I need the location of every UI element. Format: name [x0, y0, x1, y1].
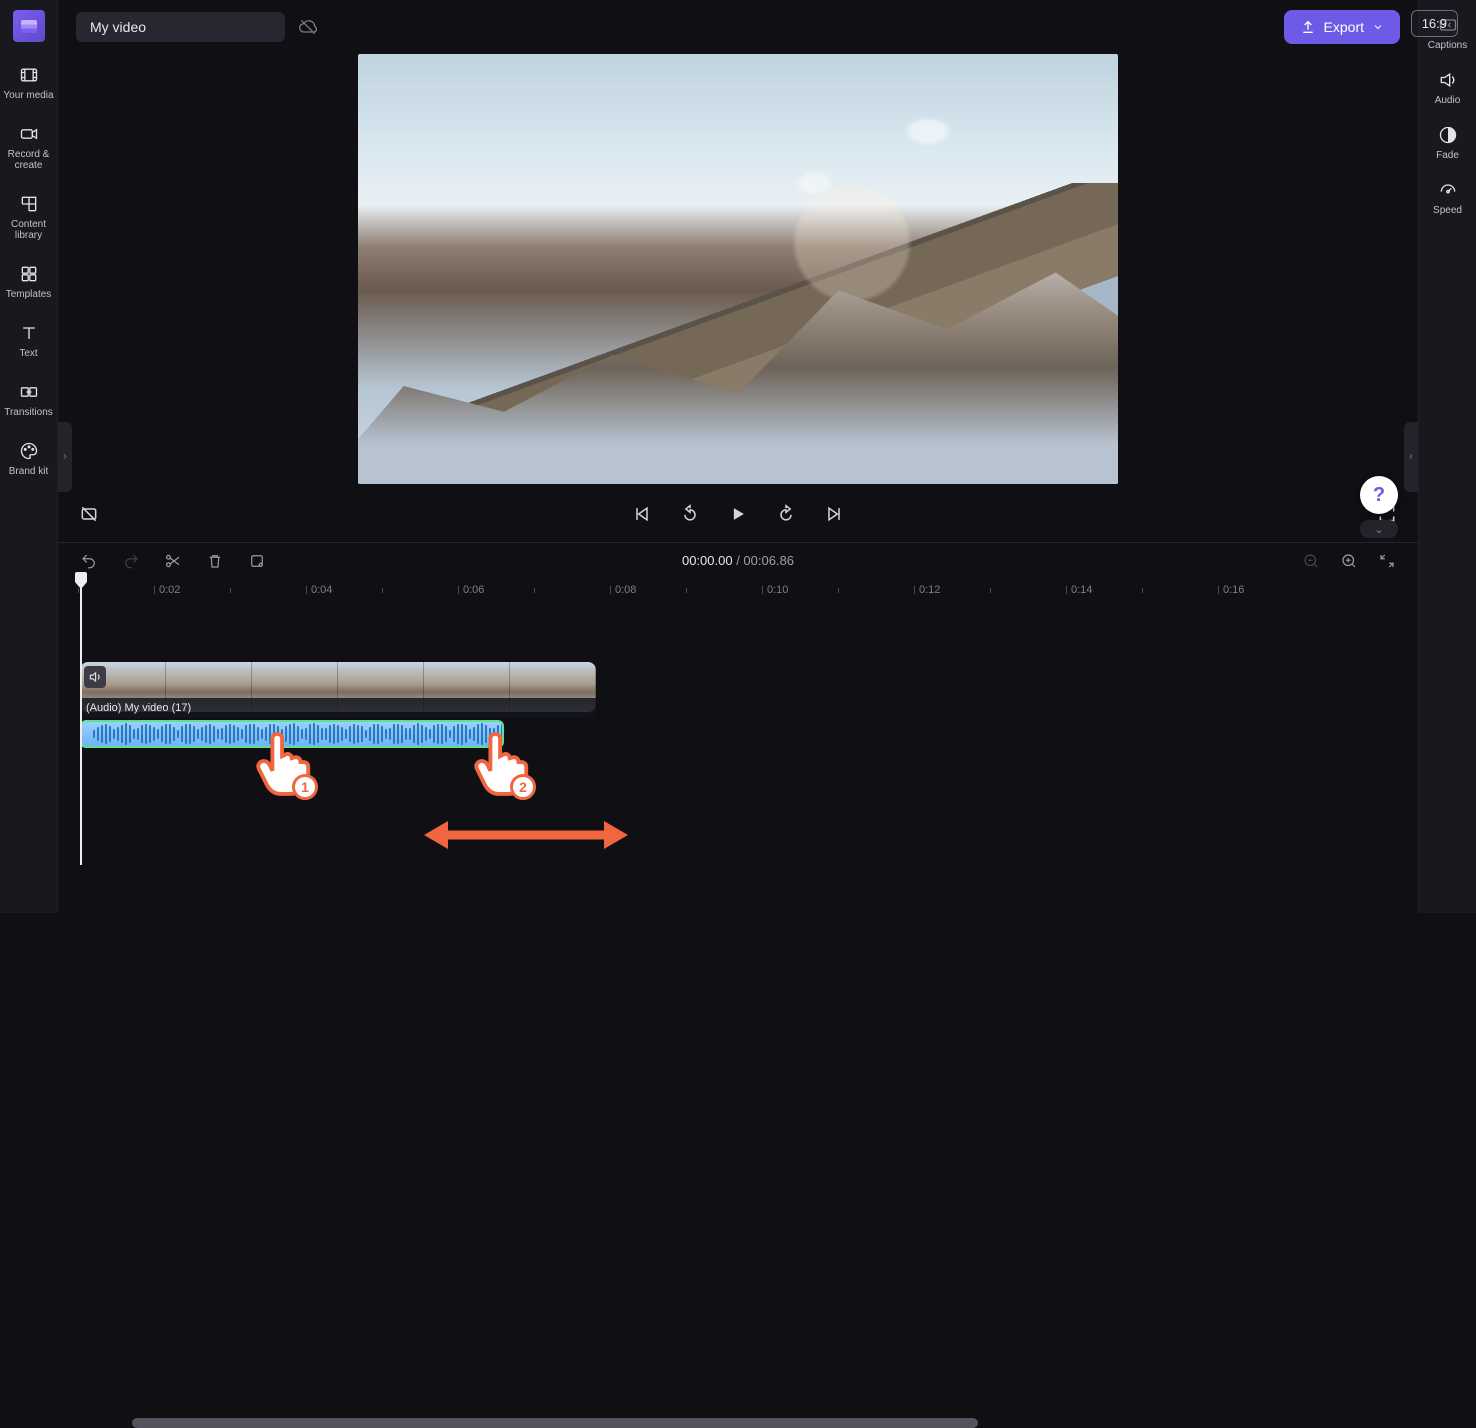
annotation-stretch-arrow	[424, 818, 628, 852]
sidebar-item-label: Fade	[1436, 150, 1459, 161]
timecode-current: 00:00.00	[682, 553, 733, 568]
annotation-hand-1: 1	[254, 726, 316, 798]
skip-back-button[interactable]	[631, 503, 653, 525]
timeline-ruler[interactable]: 0:02 0:04 0:06 0:08 0:10 0:12 0:14 0:16	[58, 578, 1418, 602]
ruler-tick: 0:12	[914, 578, 940, 602]
app-logo[interactable]	[13, 10, 45, 42]
undo-button[interactable]	[78, 550, 100, 572]
timecode-total: 00:06.86	[743, 553, 794, 568]
ruler-tick-minor	[230, 578, 231, 602]
forward-5s-button[interactable]	[775, 503, 797, 525]
ruler-tick: 0:14	[1066, 578, 1092, 602]
sidebar-item-content-library[interactable]: Content library	[1, 185, 57, 251]
sidebar-item-audio[interactable]: Audio	[1420, 61, 1476, 116]
top-bar: Export	[58, 0, 1418, 54]
skip-forward-button[interactable]	[823, 503, 845, 525]
fade-icon	[1437, 124, 1459, 146]
audio-clip-label: (Audio) My video (17)	[80, 698, 596, 718]
export-label: Export	[1324, 19, 1364, 35]
ruler-tick-minor	[686, 578, 687, 602]
toggle-safe-zone-button[interactable]	[78, 503, 100, 525]
ruler-tick: 0:06	[458, 578, 484, 602]
ruler-tick: 0:08	[610, 578, 636, 602]
sidebar-item-label: Record & create	[3, 149, 55, 171]
film-icon	[18, 64, 40, 86]
ruler-tick-minor	[838, 578, 839, 602]
sidebar-item-brand-kit[interactable]: Brand kit	[1, 432, 57, 487]
sidebar-left: Your media Record & create Content libra…	[0, 0, 58, 913]
player-controls	[58, 490, 1418, 538]
annotation-number-1: 1	[292, 774, 318, 800]
sidebar-item-label: Content library	[3, 219, 55, 241]
ruler-tick-minor	[382, 578, 383, 602]
sidebar-right: Captions Audio Fade Speed	[1418, 0, 1476, 913]
aspect-ratio-button[interactable]: 16:9	[1411, 10, 1458, 37]
ruler-tick: 0:10	[762, 578, 788, 602]
sidebar-item-label: Captions	[1428, 40, 1467, 51]
palette-icon	[18, 440, 40, 462]
sidebar-item-label: Your media	[3, 90, 53, 101]
playhead[interactable]	[80, 576, 82, 865]
library-icon	[18, 193, 40, 215]
collapse-preview-toggle[interactable]: ⌄	[1360, 520, 1398, 538]
rewind-5s-button[interactable]	[679, 503, 701, 525]
sidebar-item-label: Text	[19, 348, 37, 359]
fit-timeline-button[interactable]	[1376, 550, 1398, 572]
sidebar-item-fade[interactable]: Fade	[1420, 116, 1476, 171]
text-t-icon	[18, 322, 40, 344]
sidebar-item-label: Brand kit	[9, 466, 48, 477]
crop-button[interactable]	[246, 550, 268, 572]
ruler-tick-minor	[990, 578, 991, 602]
annotation-hand-2: 2	[472, 726, 534, 798]
speedometer-icon	[1437, 179, 1459, 201]
split-button[interactable]	[162, 550, 184, 572]
project-title-input[interactable]	[76, 12, 285, 42]
mute-clip-button[interactable]	[84, 666, 106, 688]
sidebar-item-record-create[interactable]: Record & create	[1, 115, 57, 181]
timecode-display: 00:00.00 / 00:06.86	[682, 553, 794, 568]
grid-icon	[18, 263, 40, 285]
transition-icon	[18, 381, 40, 403]
sidebar-item-label: Transitions	[4, 407, 53, 418]
delete-button[interactable]	[204, 550, 226, 572]
ruler-tick: 0:02	[154, 578, 180, 602]
upload-icon	[1300, 19, 1316, 35]
sidebar-item-transitions[interactable]: Transitions	[1, 373, 57, 428]
timeline-scrollbar[interactable]	[132, 1418, 978, 1428]
speaker-icon	[1437, 69, 1459, 91]
timeline-toolbar: 00:00.00 / 00:06.86	[58, 542, 1418, 578]
sidebar-item-templates[interactable]: Templates	[1, 255, 57, 310]
chevron-down-icon	[1372, 21, 1384, 33]
zoom-in-button[interactable]	[1338, 550, 1360, 572]
camera-icon	[18, 123, 40, 145]
sidebar-item-label: Templates	[6, 289, 52, 300]
redo-button[interactable]	[120, 550, 142, 572]
sidebar-item-text[interactable]: Text	[1, 314, 57, 369]
ruler-tick: 0:04	[306, 578, 332, 602]
sidebar-item-label: Audio	[1435, 95, 1461, 106]
ruler-tick-minor	[534, 578, 535, 602]
help-button[interactable]: ?	[1360, 476, 1398, 514]
zoom-out-button[interactable]	[1300, 550, 1322, 572]
export-button[interactable]: Export	[1284, 10, 1400, 44]
sidebar-item-your-media[interactable]: Your media	[1, 56, 57, 111]
play-button[interactable]	[727, 503, 749, 525]
ruler-tick-minor	[1142, 578, 1143, 602]
cloud-sync-off-icon[interactable]	[297, 16, 319, 38]
sidebar-item-label: Speed	[1433, 205, 1462, 216]
sidebar-item-speed[interactable]: Speed	[1420, 171, 1476, 226]
help-icon: ?	[1373, 484, 1385, 507]
ruler-tick: 0:16	[1218, 578, 1244, 602]
annotation-number-2: 2	[510, 774, 536, 800]
video-preview[interactable]	[358, 54, 1118, 484]
stage	[58, 54, 1418, 534]
